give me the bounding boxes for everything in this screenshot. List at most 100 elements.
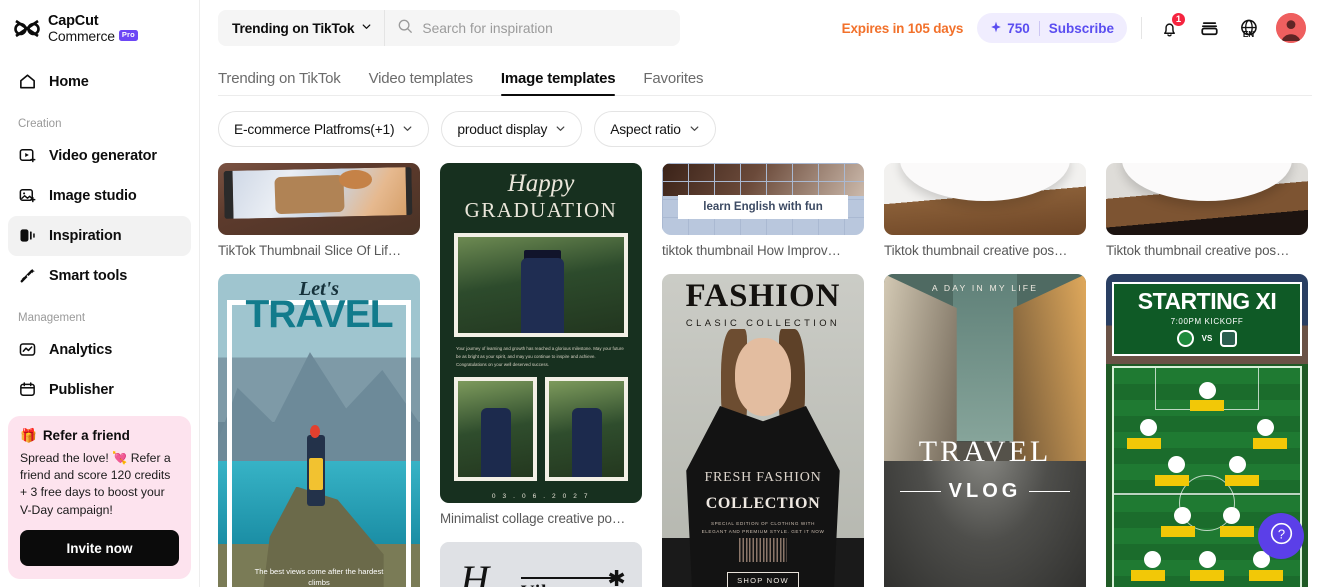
template-grid-scroll[interactable]: TikTok Thumbnail Slice Of Lif… Let's TRA… xyxy=(218,163,1322,587)
credits-pill[interactable]: 750 Subscribe xyxy=(977,13,1127,43)
artwork-fashion-cta: SHOP NOW xyxy=(726,572,800,587)
avatar[interactable] xyxy=(1276,13,1306,43)
invite-now-button[interactable]: Invite now xyxy=(20,530,179,566)
top-bar: Trending on TikTok Expires in 105 days xyxy=(200,0,1322,56)
pro-badge: Pro xyxy=(118,30,138,41)
artwork-signature-poster: H ✱ Vil xyxy=(440,542,642,587)
video-generator-icon xyxy=(18,146,37,165)
home-icon xyxy=(18,72,37,91)
artwork-sign-name: Vil xyxy=(521,582,548,587)
sidebar-item-smart-tools[interactable]: Smart tools xyxy=(8,256,191,296)
tab-image-templates[interactable]: Image templates xyxy=(500,70,616,96)
artwork-food-photo xyxy=(218,163,420,235)
artwork-lets-travel: Let's TRAVEL The best views come after t… xyxy=(218,274,420,587)
search-input-wrap xyxy=(385,10,680,46)
capcut-logo-icon xyxy=(14,19,40,39)
artwork-plate-photo-dark xyxy=(1106,163,1308,235)
template-card[interactable]: Tiktok thumbnail creative pos… xyxy=(884,163,1086,258)
template-thumbnail[interactable] xyxy=(884,163,1086,235)
template-caption: tiktok thumbnail How Improv… xyxy=(662,243,841,258)
sidebar-group-creation-title: Creation xyxy=(18,117,62,130)
template-card[interactable]: FASHION CLASIC COLLECTION FRESH FASHION … xyxy=(662,274,864,587)
away-crest-icon xyxy=(1220,330,1238,347)
filter-product-display[interactable]: product display xyxy=(441,111,583,147)
template-thumbnail[interactable] xyxy=(1106,163,1308,235)
artwork-grad-paragraph: Your journey of learning and growth has … xyxy=(456,346,624,368)
sidebar-item-publisher[interactable]: Publisher xyxy=(8,370,191,410)
artwork-xi-title: STARTING XI xyxy=(1137,288,1277,314)
template-grid: TikTok Thumbnail Slice Of Lif… Let's TRA… xyxy=(218,163,1322,587)
chevron-down-icon xyxy=(402,122,413,137)
artwork-english-text: learn English with fun xyxy=(678,194,848,219)
search-icon xyxy=(397,18,413,39)
sidebar-item-video-generator[interactable]: Video generator xyxy=(8,136,191,176)
template-thumbnail[interactable]: FASHION CLASIC COLLECTION FRESH FASHION … xyxy=(662,274,864,587)
artwork-vlog-line2: VLOG xyxy=(948,480,1022,503)
expires-label: Expires in 105 days xyxy=(841,20,964,36)
source-select[interactable]: Trending on TikTok xyxy=(218,10,386,46)
artwork-grad-line1: Happy xyxy=(507,170,575,197)
template-thumbnail[interactable]: H ✱ Vil xyxy=(440,542,642,587)
app-root: CapCut Commerce Pro Home Creation Video … xyxy=(0,0,1322,587)
star-icon: ✱ xyxy=(607,566,626,587)
sidebar-item-inspiration[interactable]: Inspiration xyxy=(8,215,191,256)
tab-favorites[interactable]: Favorites xyxy=(643,70,703,96)
artwork-fashion-line1: FRESH FASHION xyxy=(704,470,822,486)
inbox-button[interactable] xyxy=(1196,15,1222,41)
subscribe-link[interactable]: Subscribe xyxy=(1049,21,1114,36)
credits-count: 750 xyxy=(1007,20,1030,36)
filter-aspect-ratio-label: Aspect ratio xyxy=(610,121,681,137)
artwork-learn-english: learn English with fun xyxy=(662,163,864,235)
template-card[interactable]: A DAY IN MY LIFE TRAVEL VLOG xyxy=(884,274,1086,587)
template-thumbnail[interactable]: Happy GRADUATION Your journey of learnin… xyxy=(440,163,642,503)
search-bar: Trending on TikTok xyxy=(218,10,680,46)
template-thumbnail[interactable]: learn English with fun xyxy=(662,163,864,235)
filter-aspect-ratio[interactable]: Aspect ratio xyxy=(594,111,716,147)
artwork-fashion-small: SPECIAL EDITION OF CLOTHING WITH ELEGANT… xyxy=(701,521,825,535)
svg-text:?: ? xyxy=(1277,526,1284,541)
template-card[interactable]: TikTok Thumbnail Slice Of Lif… xyxy=(218,163,420,258)
artwork-travel-line2: TRAVEL xyxy=(245,293,393,336)
template-card[interactable]: Let's TRAVEL The best views come after t… xyxy=(218,274,420,587)
refer-a-friend-card: 🎁 Refer a friend Spread the love! 💘 Refe… xyxy=(8,415,191,579)
filter-ecommerce-platforms[interactable]: E-commerce Platfroms(+1) xyxy=(218,111,430,147)
help-button[interactable]: ? xyxy=(1258,513,1304,559)
artwork-graduation-collage: Happy GRADUATION Your journey of learnin… xyxy=(440,163,642,503)
grid-column-2: Happy GRADUATION Your journey of learnin… xyxy=(440,163,642,587)
search-input[interactable] xyxy=(422,20,680,36)
toolbar-divider xyxy=(1141,17,1142,39)
notifications-button[interactable]: 1 xyxy=(1156,12,1186,41)
template-card[interactable]: Happy GRADUATION Your journey of learnin… xyxy=(440,163,642,526)
template-thumbnail[interactable]: A DAY IN MY LIFE TRAVEL VLOG xyxy=(884,274,1086,587)
artwork-grad-date: 0 3 . 0 6 . 2 0 2 7 xyxy=(491,493,591,501)
artwork-xi-vs: VS xyxy=(1201,334,1213,343)
sidebar-item-analytics[interactable]: Analytics xyxy=(8,330,191,370)
grid-column-3: learn English with fun tiktok thumbnail … xyxy=(662,163,864,587)
smart-tools-icon xyxy=(18,266,37,285)
template-card[interactable]: H ✱ Vil xyxy=(440,542,642,587)
brand-logo[interactable]: CapCut Commerce Pro xyxy=(0,0,199,44)
tab-trending-on-tiktok[interactable]: Trending on TikTok xyxy=(218,70,341,96)
template-thumbnail[interactable] xyxy=(218,163,420,235)
template-card[interactable]: Tiktok thumbnail creative pos… xyxy=(1106,163,1308,258)
template-caption: Tiktok thumbnail creative pos… xyxy=(1106,243,1290,258)
language-button[interactable]: EN xyxy=(1236,15,1262,41)
sidebar-item-home[interactable]: Home xyxy=(8,62,191,102)
source-select-label: Trending on TikTok xyxy=(232,20,355,36)
template-thumbnail[interactable]: Let's TRAVEL The best views come after t… xyxy=(218,274,420,587)
artwork-fashion-subtitle: CLASIC COLLECTION xyxy=(685,317,841,328)
sidebar-item-home-label: Home xyxy=(49,73,89,90)
sidebar-item-smart-tools-label: Smart tools xyxy=(49,267,128,284)
grid-column-4: Tiktok thumbnail creative pos… A DAY IN … xyxy=(884,163,1086,587)
tab-video-templates[interactable]: Video templates xyxy=(369,70,473,96)
artwork-plate-photo xyxy=(884,163,1086,235)
chevron-down-icon xyxy=(689,122,700,137)
refer-body-text: Spread the love! 💘 Refer a friend and sc… xyxy=(20,450,171,517)
refer-title-row: 🎁 Refer a friend xyxy=(20,428,179,444)
template-caption: Minimalist collage creative po… xyxy=(440,511,626,526)
template-card[interactable]: learn English with fun tiktok thumbnail … xyxy=(662,163,864,258)
sidebar-item-image-studio[interactable]: Image studio xyxy=(8,176,191,216)
pill-divider xyxy=(1038,20,1040,36)
top-bar-right: Expires in 105 days 750 Subscribe 1 EN xyxy=(841,12,1306,43)
filter-product-display-label: product display xyxy=(457,121,548,137)
